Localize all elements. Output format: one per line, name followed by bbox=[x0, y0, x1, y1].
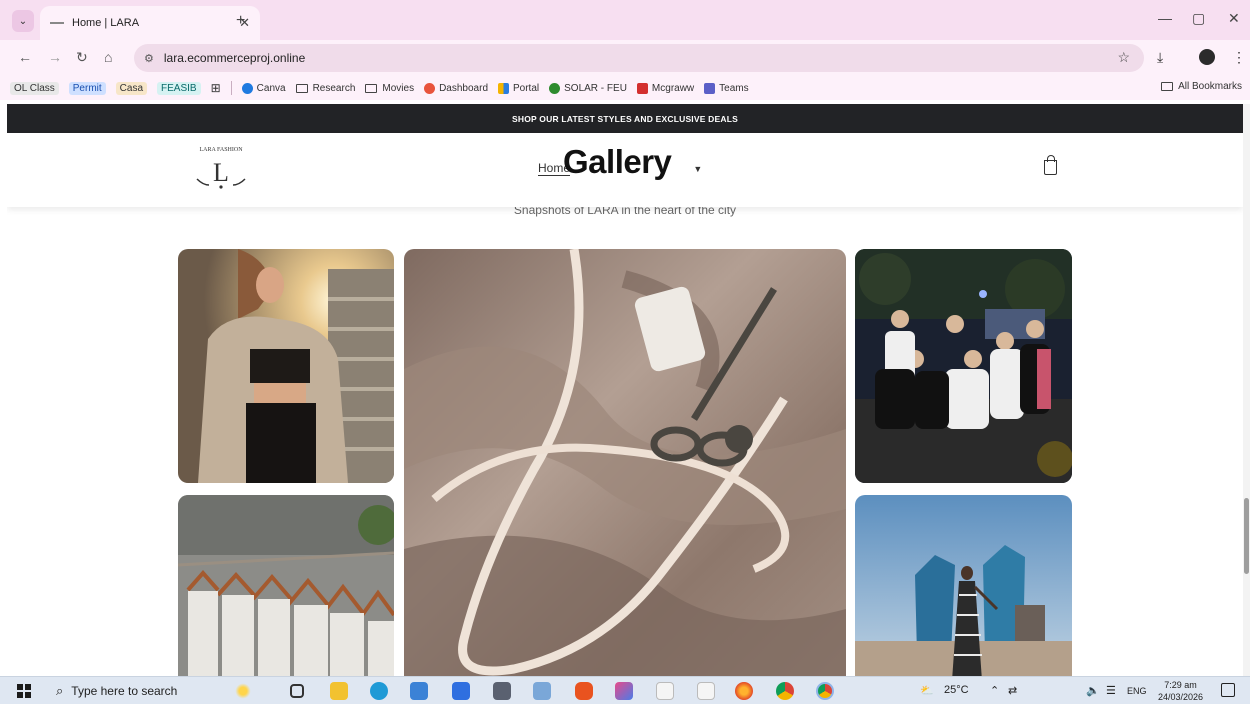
announcement-bar: SHOP OUR LATEST STYLES AND EXCLUSIVE DEA… bbox=[7, 104, 1243, 133]
reload-icon[interactable]: ↻ bbox=[76, 49, 88, 66]
folder-icon bbox=[365, 83, 378, 93]
language-indicator[interactable]: ENG bbox=[1127, 686, 1147, 696]
file-explorer-icon[interactable] bbox=[330, 682, 348, 700]
brave-icon[interactable] bbox=[575, 682, 593, 700]
logo-wordmark: LARA FASHION bbox=[199, 147, 243, 153]
windows-taskbar: ⌕ Type here to search ⛅ 25°C ⌃ ⇄ 🔈 ☰ ENG… bbox=[0, 676, 1250, 704]
document-icon[interactable] bbox=[656, 682, 674, 700]
gallery-photo-sewing-tools[interactable] bbox=[404, 249, 846, 676]
notification-center-icon[interactable] bbox=[1221, 683, 1235, 697]
store-icon[interactable] bbox=[410, 682, 428, 700]
document-icon-2[interactable] bbox=[697, 682, 715, 700]
all-bookmarks-button[interactable]: All Bookmarks bbox=[1161, 81, 1242, 92]
maximize-button[interactable]: ▢ bbox=[1192, 10, 1205, 27]
cart-icon[interactable] bbox=[1044, 155, 1057, 175]
bookmark-portal[interactable]: Portal bbox=[498, 82, 539, 94]
edge-icon[interactable] bbox=[370, 682, 388, 700]
forward-icon[interactable]: → bbox=[48, 49, 62, 65]
teams-icon bbox=[704, 82, 716, 94]
address-bar-row: ← → ↻ ⌂ ⚙ lara.ecommerceproj.online ☆ ⤓ … bbox=[0, 40, 1250, 76]
logo-letter: L bbox=[213, 158, 229, 187]
gallery-photo-clothes-rack[interactable] bbox=[178, 495, 394, 676]
solar-icon bbox=[549, 82, 561, 94]
gallery-title: Gallery bbox=[563, 143, 672, 180]
apps-grid-icon[interactable]: ⊞ bbox=[211, 81, 221, 95]
download-icon[interactable]: ⤓ bbox=[1157, 49, 1163, 66]
minimize-button[interactable]: — bbox=[1158, 10, 1172, 26]
bookmark-teams[interactable]: Teams bbox=[704, 82, 749, 94]
gallery-photo-denim-jacket[interactable] bbox=[178, 249, 394, 483]
chevron-down-icon[interactable]: ▼ bbox=[693, 164, 702, 174]
page-viewport: SHOP OUR LATEST STYLES AND EXCLUSIVE DEA… bbox=[7, 104, 1243, 676]
bookmark-research[interactable]: Research bbox=[295, 83, 355, 94]
bookmark-solar-feu[interactable]: SOLAR - FEU bbox=[549, 82, 627, 94]
bookmark-casa[interactable]: Casa bbox=[115, 81, 148, 95]
tab-title: Home | LARA bbox=[72, 17, 140, 29]
gallery-photo-city-skyline[interactable] bbox=[855, 495, 1072, 676]
windows-start-icon[interactable] bbox=[17, 684, 31, 698]
page-scrollbar[interactable] bbox=[1243, 104, 1250, 676]
taskbar-search[interactable]: ⌕ Type here to search bbox=[46, 679, 226, 703]
chrome-icon[interactable] bbox=[776, 682, 794, 700]
search-placeholder: Type here to search bbox=[71, 684, 178, 698]
app-icon[interactable] bbox=[533, 682, 551, 700]
camera-icon[interactable] bbox=[493, 682, 511, 700]
bookmark-star-icon[interactable]: ☆ bbox=[1117, 49, 1130, 66]
teams-taskbar-icon[interactable] bbox=[615, 682, 633, 700]
site-info-icon[interactable]: ⚙ bbox=[144, 52, 154, 65]
temperature[interactable]: 25°C bbox=[944, 684, 969, 696]
widgets-sparkle-icon[interactable] bbox=[234, 682, 252, 700]
wifi-icon[interactable]: ☰ bbox=[1106, 684, 1116, 697]
folder-icon bbox=[1161, 82, 1174, 91]
clock-time: 7:29 am bbox=[1164, 680, 1197, 690]
url-text: lara.ecommerceproj.online bbox=[163, 51, 306, 65]
dashboard-icon bbox=[424, 82, 436, 94]
bookmark-movies[interactable]: Movies bbox=[365, 83, 414, 94]
folder-icon bbox=[295, 83, 308, 93]
bookmark-separator bbox=[230, 81, 232, 95]
bookmark-dashboard[interactable]: Dashboard bbox=[424, 82, 488, 94]
close-window-button[interactable]: ✕ bbox=[1228, 10, 1240, 27]
tab-search-button[interactable]: ⌄ bbox=[12, 10, 34, 32]
address-bar[interactable]: ⚙ lara.ecommerceproj.online ☆ bbox=[134, 44, 1144, 72]
browser-tab-strip: ⌄ Home | LARA ✕ + — ▢ ✕ bbox=[0, 0, 1250, 40]
canva-icon bbox=[241, 82, 253, 94]
firefox-icon[interactable] bbox=[735, 682, 753, 700]
clock-date: 24/03/2026 bbox=[1158, 692, 1204, 702]
volume-icon[interactable]: 🔈 bbox=[1086, 684, 1100, 697]
task-view-icon[interactable] bbox=[290, 684, 304, 698]
scrollbar-thumb[interactable] bbox=[1244, 498, 1249, 574]
lara-logo[interactable]: LARA FASHION L bbox=[189, 139, 253, 197]
mcgraw-icon bbox=[636, 82, 648, 94]
weather-icon[interactable]: ⛅ bbox=[920, 684, 934, 697]
tray-network-icon[interactable]: ⇄ bbox=[1008, 684, 1017, 697]
back-icon[interactable]: ← bbox=[18, 49, 32, 65]
taskbar-clock[interactable]: 7:29 am 24/03/2026 bbox=[1158, 679, 1203, 703]
browser-tab-active[interactable]: Home | LARA ✕ bbox=[40, 6, 260, 40]
bookmark-mcgraww[interactable]: Mcgraww bbox=[636, 82, 694, 94]
portal-icon bbox=[498, 82, 509, 94]
site-header: LARA FASHION L Home ▼ Gallery bbox=[7, 133, 1243, 207]
bookmark-canva[interactable]: Canva bbox=[241, 82, 286, 94]
bookmark-feasib[interactable]: FEASIB bbox=[157, 81, 201, 95]
new-tab-button[interactable]: + bbox=[236, 12, 245, 30]
bookmarks-bar: OL Class Permit Casa FEASIB ⊞ Canva Rese… bbox=[0, 76, 1250, 100]
gallery-photo-group-night[interactable] bbox=[855, 249, 1072, 483]
mail-icon[interactable] bbox=[452, 682, 470, 700]
chrome-menu-icon[interactable]: ⋮ bbox=[1232, 49, 1246, 66]
chrome-active-icon[interactable] bbox=[816, 682, 834, 700]
bookmark-ol-class[interactable]: OL Class bbox=[10, 81, 59, 95]
bookmark-permit[interactable]: Permit bbox=[68, 81, 106, 95]
home-icon[interactable]: ⌂ bbox=[104, 49, 112, 65]
tab-favicon bbox=[50, 22, 64, 24]
tray-chevron-icon[interactable]: ⌃ bbox=[990, 684, 999, 697]
profile-avatar[interactable] bbox=[1199, 49, 1215, 65]
search-icon: ⌕ bbox=[56, 683, 64, 698]
